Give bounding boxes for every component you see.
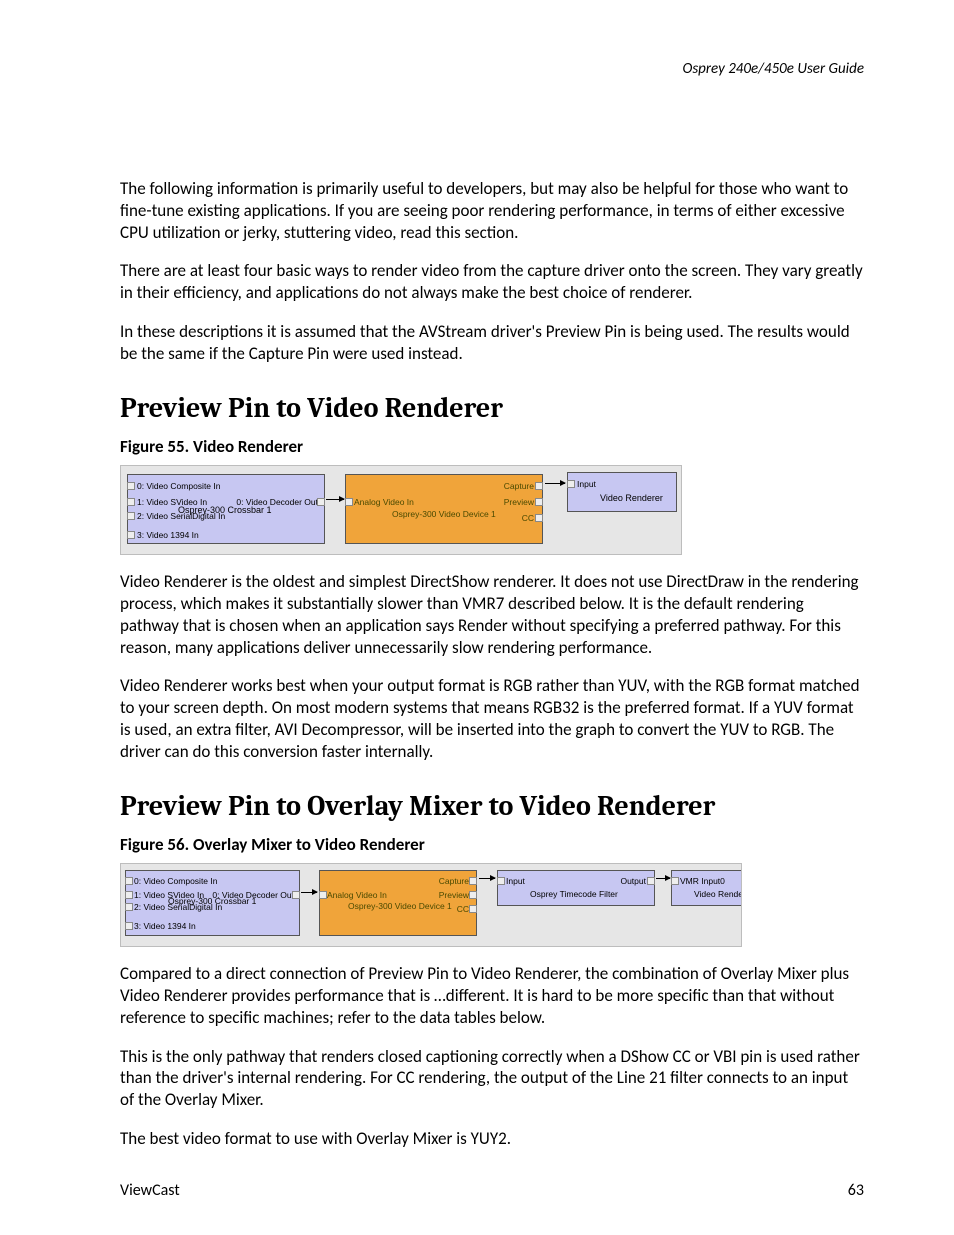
section2-p1: Compared to a direct connection of Previ… (120, 963, 864, 1028)
intro-p1: The following information is primarily u… (120, 178, 864, 243)
figure56-caption: Figure 56. Overlay Mixer to Video Render… (120, 834, 864, 855)
renderer-title: Video Renderer (600, 493, 663, 503)
device2-preview: Preview (439, 890, 469, 900)
section1-heading: Preview Pin to Video Renderer (120, 392, 864, 424)
arrow-icon (479, 878, 495, 879)
device-capture: Capture (504, 481, 534, 491)
crossbar-in0: 0: Video Composite In (137, 481, 220, 491)
intro-p2: There are at least four basic ways to re… (120, 260, 864, 304)
vmr-input: VMR Input0 (680, 876, 725, 886)
crossbar-filter-box-2: 0: Video Composite In 1: Video SVideo In… (125, 870, 300, 936)
footer-pagenum: 63 (848, 1181, 864, 1200)
renderer-input: Input (577, 479, 596, 489)
timecode-output: Output (620, 876, 646, 886)
video-renderer-box: Input Video Renderer (567, 472, 677, 512)
footer-left: ViewCast (120, 1181, 180, 1200)
crossbar2-out: 0: Video Decoder Out (212, 890, 294, 900)
device-cc: CC (522, 513, 534, 523)
video-device-box: Analog Video In Osprey-300 Video Device … (345, 474, 543, 544)
section1-p1: Video Renderer is the oldest and simples… (120, 571, 864, 658)
section2-p2: This is the only pathway that renders cl… (120, 1046, 864, 1111)
vmr-title: Video Rende (694, 889, 742, 899)
intro-p3: In these descriptions it is assumed that… (120, 321, 864, 365)
device-preview: Preview (504, 497, 534, 507)
device-in: Analog Video In (354, 497, 414, 507)
arrow-icon (301, 892, 317, 893)
figure55-diagram: 0: Video Composite In 1: Video SVideo In… (120, 465, 682, 555)
timecode-filter-box: Input Output Osprey Timecode Filter (497, 870, 655, 906)
crossbar-out: 0: Video Decoder Out (236, 497, 318, 507)
crossbar2-in3: 3: Video 1394 In (134, 921, 196, 931)
device2-title: Osprey-300 Video Device 1 (348, 901, 452, 911)
section2-p3: The best video format to use with Overla… (120, 1128, 864, 1150)
arrow-icon (326, 499, 344, 500)
crossbar-filter-box: 0: Video Composite In 1: Video SVideo In… (127, 474, 325, 544)
vmr-box: VMR Input0 Video Rende (671, 870, 742, 906)
timecode-input: Input (506, 876, 525, 886)
page-header: Osprey 240e/450e User Guide (120, 60, 864, 78)
arrow-icon (656, 878, 670, 879)
device2-in: Analog Video In (327, 890, 387, 900)
section2-heading: Preview Pin to Overlay Mixer to Video Re… (120, 790, 864, 822)
crossbar-in3: 3: Video 1394 In (137, 530, 199, 540)
section1-p2: Video Renderer works best when your outp… (120, 675, 864, 762)
crossbar2-in0: 0: Video Composite In (134, 876, 217, 886)
arrow-icon (545, 483, 565, 484)
device-title: Osprey-300 Video Device 1 (392, 509, 496, 519)
video-device-box-2: Analog Video In Osprey-300 Video Device … (319, 870, 477, 936)
device2-cc: CC (457, 904, 469, 914)
device2-capture: Capture (439, 876, 469, 886)
figure55-caption: Figure 55. Video Renderer (120, 436, 864, 457)
timecode-title: Osprey Timecode Filter (530, 889, 618, 899)
figure56-diagram: 0: Video Composite In 1: Video SVideo In… (120, 863, 742, 947)
